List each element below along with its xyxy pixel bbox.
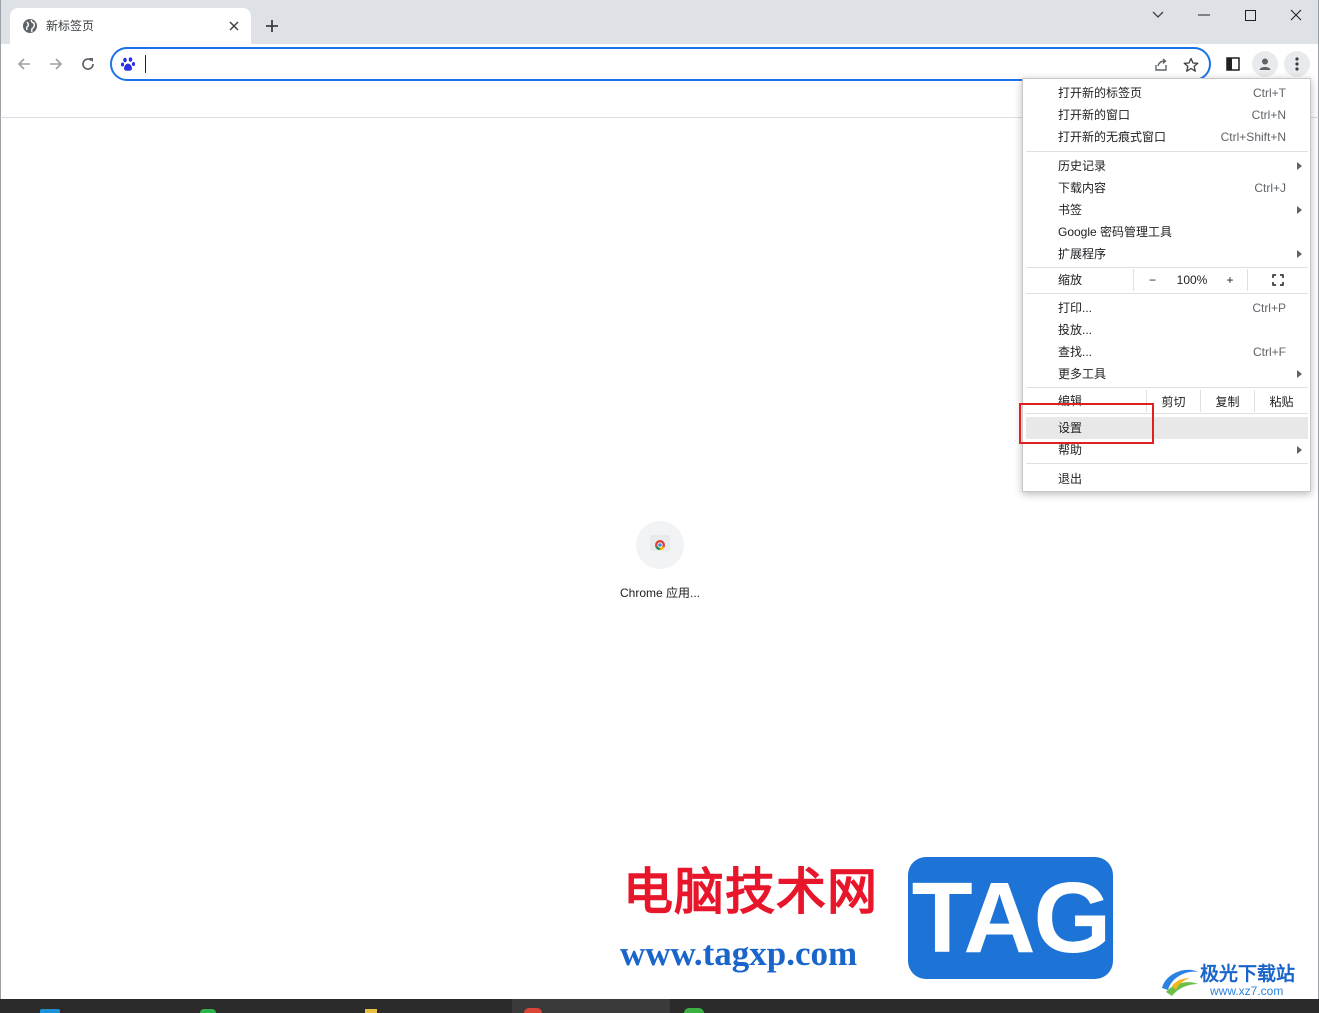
menu-item-print[interactable]: 打印... Ctrl+P xyxy=(1026,297,1308,319)
share-icon[interactable] xyxy=(1151,55,1171,75)
menu-separator xyxy=(1026,267,1308,268)
watermark-tag-text: TAG xyxy=(911,862,1112,974)
menu-item-label: 查找... xyxy=(1058,345,1093,359)
paste-button[interactable]: 粘贴 xyxy=(1254,390,1308,412)
zoom-in-button[interactable]: + xyxy=(1213,269,1247,291)
shortcut-icon-circle xyxy=(636,521,684,569)
menu-item-label: 打印... xyxy=(1058,301,1093,315)
submenu-arrow-icon xyxy=(1297,162,1302,170)
tab-new-tab[interactable]: 新标签页 xyxy=(10,8,251,44)
maximize-button[interactable] xyxy=(1227,0,1273,30)
submenu-arrow-icon xyxy=(1297,206,1302,214)
menu-item-password-manager[interactable]: Google 密码管理工具 xyxy=(1026,221,1308,243)
submenu-arrow-icon xyxy=(1297,250,1302,258)
menu-item-more-tools[interactable]: 更多工具 xyxy=(1026,363,1308,385)
menu-item-label: Google 密码管理工具 xyxy=(1058,225,1173,239)
baidu-paw-icon xyxy=(120,56,136,72)
highlight-annotation-box xyxy=(1019,403,1154,444)
taskbar-app-icon[interactable] xyxy=(200,1009,216,1013)
menu-item-shortcut: Ctrl+J xyxy=(1254,181,1286,195)
menu-item-downloads[interactable]: 下载内容 Ctrl+J xyxy=(1026,177,1308,199)
submenu-arrow-icon xyxy=(1297,370,1302,378)
tab-search-chevron-down-icon[interactable] xyxy=(1135,0,1181,30)
watermark-site-name: 电脑技术网 xyxy=(623,863,878,921)
cut-button[interactable]: 剪切 xyxy=(1146,390,1200,412)
menu-item-label: 扩展程序 xyxy=(1058,247,1107,261)
bookmark-star-icon[interactable] xyxy=(1181,55,1201,75)
close-window-button[interactable] xyxy=(1273,0,1319,30)
back-button[interactable] xyxy=(10,50,38,78)
menu-separator xyxy=(1026,463,1308,464)
side-panel-icon[interactable] xyxy=(1220,51,1246,77)
menu-item-history[interactable]: 历史记录 xyxy=(1026,155,1308,177)
globe-icon xyxy=(22,18,38,34)
taskbar-app-icon[interactable] xyxy=(40,1009,60,1013)
profile-avatar-icon[interactable] xyxy=(1252,51,1278,77)
menu-item-label: 退出 xyxy=(1058,472,1083,486)
menu-item-shortcut: Ctrl+T xyxy=(1253,86,1286,100)
watermark-site-url: www.tagxp.com xyxy=(620,934,858,973)
menu-item-label: 打开新的标签页 xyxy=(1058,86,1143,100)
shortcut-chrome-apps[interactable]: Chrome 应用... xyxy=(606,518,714,608)
menu-item-label: 打开新的窗口 xyxy=(1058,108,1131,122)
menu-item-find[interactable]: 查找... Ctrl+F xyxy=(1026,341,1308,363)
watermark-tag-logo: TAG xyxy=(908,857,1113,979)
zoom-out-button[interactable]: − xyxy=(1133,269,1171,291)
watermark-jiguang-logo: 极光下载站 www.xz7.com xyxy=(1158,960,1318,1000)
windows-taskbar xyxy=(0,999,1319,1013)
aurora-swirl-icon xyxy=(1158,962,1202,1002)
taskbar-chrome-icon[interactable] xyxy=(524,1008,542,1013)
menu-zoom-row: 缩放 − 100% + xyxy=(1026,269,1308,291)
forward-button[interactable] xyxy=(42,50,70,78)
shortcut-label: Chrome 应用... xyxy=(619,586,701,600)
menu-item-extensions[interactable]: 扩展程序 xyxy=(1026,243,1308,265)
menu-item-exit[interactable]: 退出 xyxy=(1026,468,1308,490)
tab-strip: 新标签页 xyxy=(0,0,1319,44)
new-tab-button[interactable] xyxy=(259,14,285,38)
menu-separator xyxy=(1026,387,1308,388)
menu-item-label: 历史记录 xyxy=(1058,159,1107,173)
menu-item-label: 打开新的无痕式窗口 xyxy=(1058,130,1167,144)
menu-separator xyxy=(1026,151,1308,152)
address-bar[interactable] xyxy=(110,47,1211,81)
chrome-apps-icon xyxy=(649,532,671,558)
menu-item-bookmarks[interactable]: 书签 xyxy=(1026,199,1308,221)
menu-item-new-window[interactable]: 打开新的窗口 Ctrl+N xyxy=(1026,104,1308,126)
watermark-logo2-name: 极光下载站 xyxy=(1200,963,1296,985)
more-menu-icon[interactable] xyxy=(1284,51,1310,77)
copy-button[interactable]: 复制 xyxy=(1200,390,1254,412)
address-input[interactable] xyxy=(150,53,1110,75)
taskbar-app-icon[interactable] xyxy=(684,1008,704,1013)
zoom-label: 缩放 xyxy=(1058,273,1083,287)
menu-item-shortcut: Ctrl+F xyxy=(1253,345,1286,359)
menu-item-cast[interactable]: 投放... xyxy=(1026,319,1308,341)
menu-item-label: 下载内容 xyxy=(1058,181,1107,195)
menu-item-shortcut: Ctrl+P xyxy=(1252,301,1286,315)
watermark-logo2-url: www.xz7.com xyxy=(1210,984,1284,998)
menu-item-incognito[interactable]: 打开新的无痕式窗口 Ctrl+Shift+N xyxy=(1026,126,1308,148)
menu-item-shortcut: Ctrl+Shift+N xyxy=(1220,130,1286,144)
menu-item-label: 书签 xyxy=(1058,203,1083,217)
menu-item-shortcut: Ctrl+N xyxy=(1251,108,1286,122)
menu-item-label: 更多工具 xyxy=(1058,367,1107,381)
text-caret xyxy=(145,55,146,73)
taskbar-app-icon[interactable] xyxy=(365,1009,377,1013)
tab-title: 新标签页 xyxy=(46,19,95,33)
reload-button[interactable] xyxy=(74,50,102,78)
menu-item-label: 帮助 xyxy=(1058,443,1083,457)
fullscreen-icon[interactable] xyxy=(1247,269,1308,291)
menu-item-new-tab[interactable]: 打开新的标签页 Ctrl+T xyxy=(1026,82,1308,104)
close-tab-icon[interactable] xyxy=(225,17,243,35)
menu-item-label: 投放... xyxy=(1058,323,1093,337)
menu-separator xyxy=(1026,293,1308,294)
minimize-button[interactable] xyxy=(1181,0,1227,30)
submenu-arrow-icon xyxy=(1297,446,1302,454)
zoom-level: 100% xyxy=(1176,273,1208,287)
